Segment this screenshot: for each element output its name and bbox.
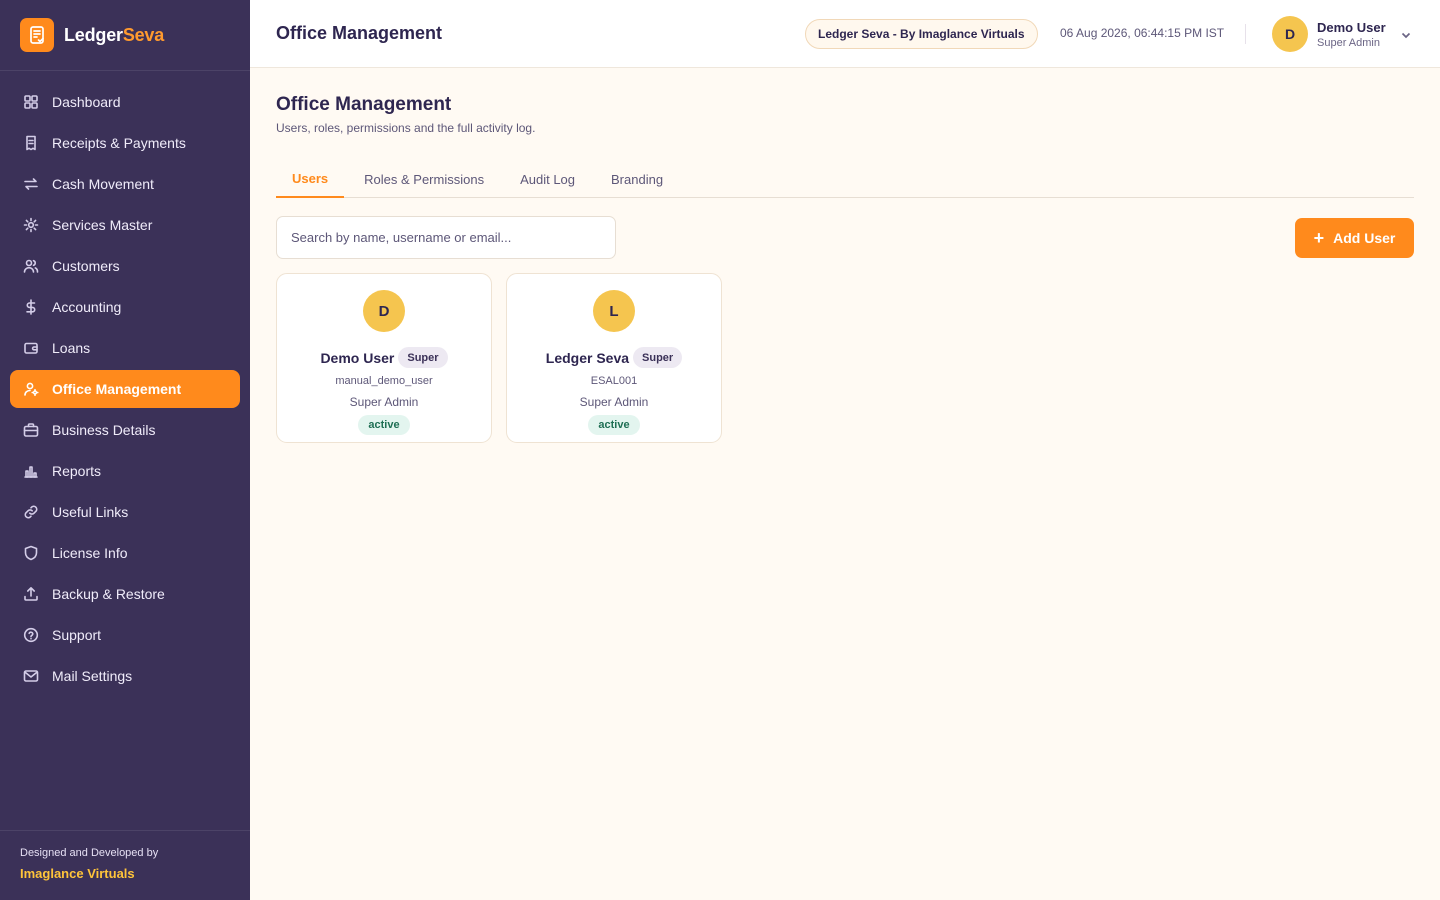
sidebar-item-receipts-payments[interactable]: Receipts & Payments	[10, 124, 240, 162]
username: manual_demo_user	[335, 375, 433, 387]
sidebar-item-label: Useful Links	[52, 504, 129, 520]
sidebar-item-label: Dashboard	[52, 94, 121, 110]
sidebar-item-accounting[interactable]: Accounting	[10, 288, 240, 326]
bar-chart-icon	[23, 463, 39, 479]
footer-credit-label: Designed and Developed by	[20, 847, 159, 859]
sidebar-item-label: License Info	[52, 545, 128, 561]
transfer-arrows-icon	[23, 176, 39, 192]
user-menu[interactable]: D Demo User Super Admin	[1272, 16, 1412, 52]
sidebar-item-label: Loans	[52, 340, 91, 356]
sidebar-item-cash-movement[interactable]: Cash Movement	[10, 165, 240, 203]
sidebar-item-label: Support	[52, 627, 102, 643]
header-title: Office Management	[276, 23, 443, 43]
brand-name-part2: Seva	[122, 24, 165, 45]
search-input[interactable]	[276, 216, 616, 259]
sidebar-nav: Dashboard Receipts & Payments Cash Movem…	[0, 71, 250, 695]
sidebar-item-label: Office Management	[52, 381, 182, 397]
user-role: Super Admin	[579, 395, 649, 409]
shield-icon	[23, 545, 39, 561]
receipt-icon	[23, 135, 39, 151]
avatar: D	[1272, 16, 1308, 52]
chevron-down-icon[interactable]	[1400, 28, 1412, 40]
org-badge: Ledger Seva - By Imaglance Virtuals	[805, 19, 1038, 49]
username: ESAL001	[590, 375, 638, 387]
user-card[interactable]: L Ledger Seva Super ESAL001 Super Admin …	[506, 273, 722, 443]
help-circle-icon	[23, 627, 39, 643]
sidebar-item-mail-settings[interactable]: Mail Settings	[10, 657, 240, 695]
sidebar-item-reports[interactable]: Reports	[10, 452, 240, 490]
top-header: Office Management Ledger Seva - By Imagl…	[250, 0, 1440, 68]
sidebar-item-label: Business Details	[52, 422, 156, 438]
page-subtitle: Users, roles, permissions and the full a…	[276, 121, 536, 135]
sidebar: LedgerSeva Dashboard Receipts & Payments…	[0, 0, 250, 900]
user-role: Super Admin	[1317, 36, 1380, 49]
sidebar-item-loans[interactable]: Loans	[10, 329, 240, 367]
sidebar-item-useful-links[interactable]: Useful Links	[10, 493, 240, 531]
wallet-icon	[23, 340, 39, 356]
users-icon	[23, 258, 39, 274]
briefcase-icon	[23, 422, 39, 438]
sidebar-item-label: Backup & Restore	[52, 586, 165, 602]
status-badge: active	[358, 415, 410, 435]
tab-users[interactable]: Users	[276, 161, 345, 198]
user-name-row: Ledger Seva Super	[545, 347, 683, 368]
tab-branding[interactable]: Branding	[595, 161, 679, 198]
tab-roles-permissions[interactable]: Roles & Permissions	[348, 161, 500, 198]
user-name-row: Demo User Super	[320, 347, 448, 368]
add-user-button[interactable]: + Add User	[1295, 218, 1414, 258]
sidebar-item-office-management[interactable]: Office Management	[10, 370, 240, 408]
tab-bar: Users Roles & Permissions Audit Log Bran…	[276, 161, 1414, 198]
user-card[interactable]: D Demo User Super manual_demo_user Super…	[276, 273, 492, 443]
ledger-book-icon	[20, 18, 54, 52]
sidebar-item-label: Mail Settings	[52, 668, 133, 684]
brand-name: LedgerSeva	[64, 25, 164, 46]
dollar-icon	[23, 299, 39, 315]
users-toolbar: + Add User	[276, 216, 1414, 260]
brand[interactable]: LedgerSeva	[0, 0, 250, 71]
header-divider	[1245, 24, 1246, 44]
brand-name-part1: Ledger	[64, 24, 123, 45]
page-title: Office Management	[276, 94, 452, 115]
sidebar-item-customers[interactable]: Customers	[10, 247, 240, 285]
user-name: Ledger Seva	[545, 349, 630, 366]
role-badge: Super	[633, 347, 683, 368]
sidebar-item-business-details[interactable]: Business Details	[10, 411, 240, 449]
sidebar-item-services-master[interactable]: Services Master	[10, 206, 240, 244]
user-role: Super Admin	[349, 395, 419, 409]
sidebar-item-label: Cash Movement	[52, 176, 154, 192]
add-user-label: Add User	[1333, 230, 1396, 246]
plus-icon: +	[1313, 228, 1325, 248]
sidebar-item-label: Receipts & Payments	[52, 135, 186, 151]
status-badge: active	[588, 415, 640, 435]
sidebar-item-license-info[interactable]: License Info	[10, 534, 240, 572]
avatar: D	[363, 290, 405, 332]
sidebar-item-label: Reports	[52, 463, 102, 479]
link-icon	[23, 504, 39, 520]
sidebar-item-label: Customers	[52, 258, 120, 274]
user-name: Demo User	[320, 349, 395, 366]
sidebar-item-backup-restore[interactable]: Backup & Restore	[10, 575, 240, 613]
mail-icon	[23, 668, 39, 684]
header-datetime: 06 Aug 2026, 06:44:15 PM IST	[1060, 26, 1225, 40]
dashboard-icon	[23, 94, 39, 110]
sidebar-item-label: Services Master	[52, 217, 153, 233]
upload-icon	[23, 586, 39, 602]
avatar: L	[593, 290, 635, 332]
user-card-list: D Demo User Super manual_demo_user Super…	[276, 273, 1414, 443]
user-info: Demo User Super Admin	[1317, 20, 1386, 49]
user-name: Demo User	[1317, 19, 1386, 35]
footer-company-link[interactable]: Imaglance Virtuals	[20, 866, 230, 881]
user-cog-icon	[23, 381, 39, 397]
role-badge: Super	[398, 347, 448, 368]
sidebar-item-dashboard[interactable]: Dashboard	[10, 83, 240, 121]
sidebar-footer: Designed and Developed by Imaglance Virt…	[0, 830, 250, 900]
sidebar-item-support[interactable]: Support	[10, 616, 240, 654]
tab-audit-log[interactable]: Audit Log	[504, 161, 591, 198]
main-content: Office Management Users, roles, permissi…	[276, 68, 1414, 443]
sidebar-item-label: Accounting	[52, 299, 122, 315]
gear-icon	[23, 217, 39, 233]
